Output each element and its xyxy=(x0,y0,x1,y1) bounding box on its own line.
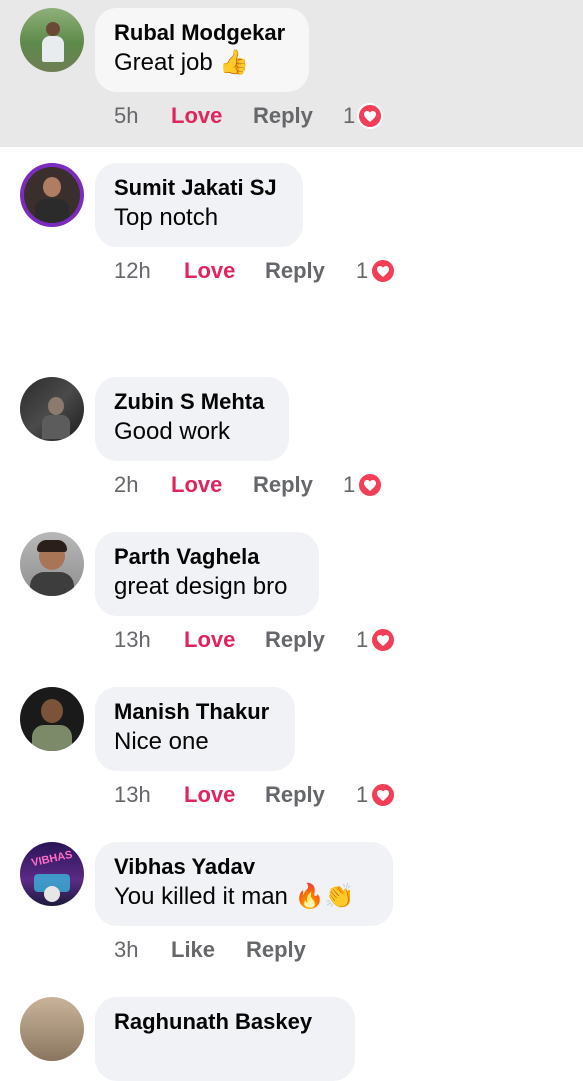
love-button[interactable]: Love xyxy=(171,101,222,131)
comment-bubble: Raghunath Baskey xyxy=(95,997,355,1081)
comment-time: 3h xyxy=(114,937,139,962)
comment-text: Good work xyxy=(114,418,231,445)
reaction-summary[interactable]: 1 xyxy=(356,256,397,286)
comment-time: 5h xyxy=(114,103,139,128)
comment-time: 13h xyxy=(114,627,151,652)
love-button[interactable]: Love xyxy=(184,780,235,810)
avatar[interactable] xyxy=(20,8,84,72)
love-button[interactable]: Love xyxy=(184,256,235,286)
comment-text: You killed it man 🔥👏 xyxy=(114,883,355,910)
heart-icon xyxy=(370,627,397,653)
comment-bubble: Vibhas Yadav You killed it man 🔥👏 xyxy=(95,842,393,926)
avatar[interactable] xyxy=(20,997,84,1061)
comment-text: great design bro xyxy=(114,573,288,600)
avatar[interactable] xyxy=(20,687,84,751)
reaction-summary[interactable]: 1 xyxy=(343,470,384,500)
avatar-logo-text: VIBHAS xyxy=(30,848,74,870)
commenter-name[interactable]: Sumit Jakati SJ xyxy=(114,174,285,202)
reply-button[interactable]: Reply xyxy=(253,101,313,131)
comment-text: Great job 👍 xyxy=(114,49,250,76)
comment-actions: 3h Like Reply xyxy=(114,935,414,965)
love-button[interactable]: Love xyxy=(184,625,235,655)
comment-actions: 13h Love Reply 1 xyxy=(114,780,414,810)
fire-clap-emoji: 🔥👏 xyxy=(294,883,355,910)
avatar[interactable]: VIBHAS xyxy=(20,842,84,906)
heart-icon xyxy=(370,782,397,808)
reaction-summary[interactable]: 1 xyxy=(356,780,397,810)
commenter-name[interactable]: Zubin S Mehta xyxy=(114,388,271,416)
reply-button[interactable]: Reply xyxy=(246,935,306,965)
comment-actions: 13h Love Reply 1 xyxy=(114,625,414,655)
love-button[interactable]: Love xyxy=(171,470,222,500)
heart-icon xyxy=(357,472,384,498)
comment-actions: 12h Love Reply 1 xyxy=(114,256,414,286)
avatar[interactable] xyxy=(20,532,84,596)
comment-bubble: Parth Vaghela great design bro xyxy=(95,532,319,616)
reply-button[interactable]: Reply xyxy=(253,470,313,500)
commenter-name[interactable]: Parth Vaghela xyxy=(114,543,301,571)
commenter-name[interactable]: Raghunath Baskey xyxy=(114,1008,337,1036)
heart-icon xyxy=(357,103,384,129)
reply-button[interactable]: Reply xyxy=(265,625,325,655)
reply-button[interactable]: Reply xyxy=(265,256,325,286)
heart-icon xyxy=(370,258,397,284)
reaction-summary[interactable]: 1 xyxy=(356,625,397,655)
comment-bubble: Manish Thakur Nice one xyxy=(95,687,295,771)
commenter-name[interactable]: Rubal Modgekar xyxy=(114,19,291,47)
comment-time: 13h xyxy=(114,782,151,807)
comment-time: 2h xyxy=(114,472,139,497)
commenter-name[interactable]: Manish Thakur xyxy=(114,698,277,726)
comment-bubble: Sumit Jakati SJ Top notch xyxy=(95,163,303,247)
avatar[interactable] xyxy=(20,377,84,441)
like-button[interactable]: Like xyxy=(171,935,215,965)
comment-time: 12h xyxy=(114,258,151,283)
thumbs-up-emoji: 👍 xyxy=(219,49,250,76)
comment-actions: 2h Love Reply 1 xyxy=(114,470,414,500)
reaction-summary[interactable]: 1 xyxy=(343,101,384,131)
comment-text: Top notch xyxy=(114,204,219,231)
comment-bubble: Rubal Modgekar Great job 👍 xyxy=(95,8,309,92)
commenter-name[interactable]: Vibhas Yadav xyxy=(114,853,375,881)
avatar[interactable] xyxy=(20,163,84,227)
comment-bubble: Zubin S Mehta Good work xyxy=(95,377,289,461)
reply-button[interactable]: Reply xyxy=(265,780,325,810)
comment-actions: 5h Love Reply 1 xyxy=(114,101,414,131)
comment-text: Nice one xyxy=(114,728,209,755)
